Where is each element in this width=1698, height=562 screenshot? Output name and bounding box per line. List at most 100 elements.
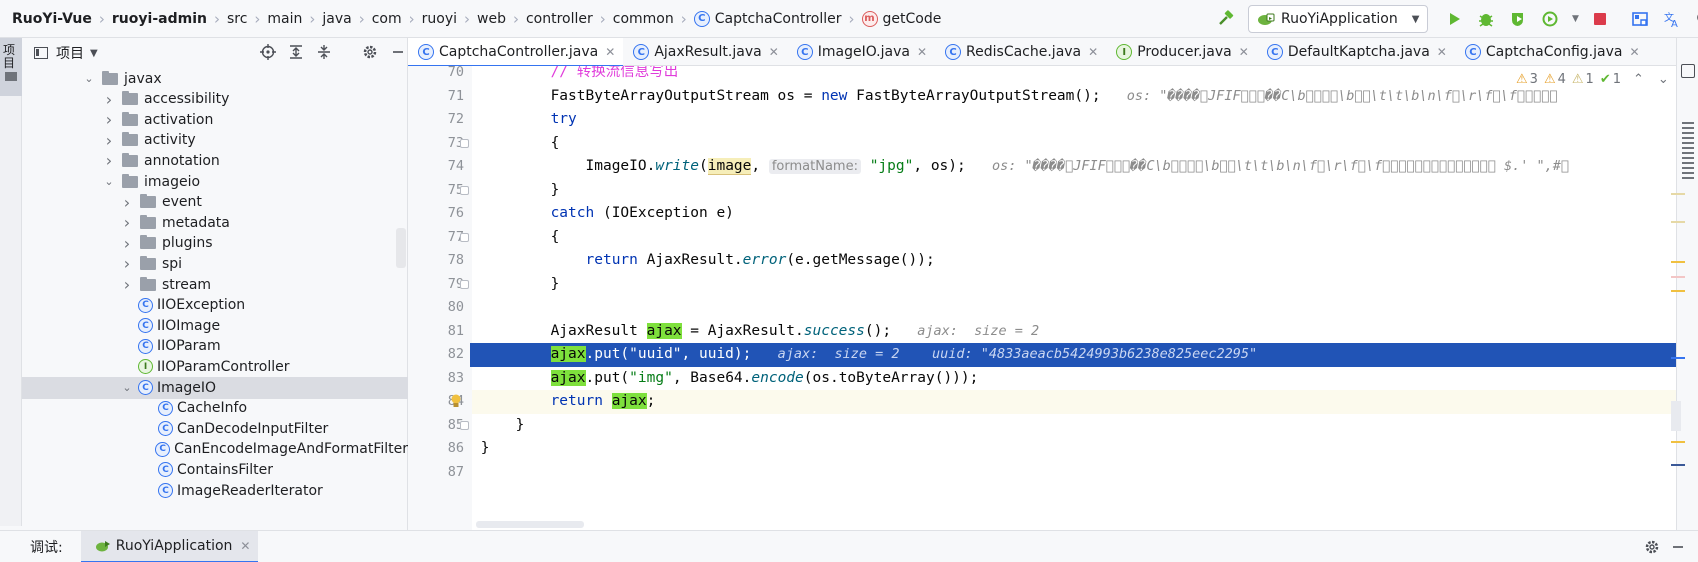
breadcrumb-web[interactable]: web (477, 0, 506, 38)
close-icon[interactable]: ✕ (917, 45, 927, 59)
fold-marker-icon[interactable] (460, 232, 469, 242)
debug-bug-icon[interactable] (1472, 5, 1500, 33)
code-line[interactable] (472, 461, 1676, 485)
tree-item[interactable]: › event (22, 191, 408, 213)
code-line[interactable]: } (472, 179, 1676, 203)
tree-item[interactable]: C ImageReaderIterator (22, 480, 408, 502)
editor-tab[interactable]: C CaptchaConfig.java ✕ (1455, 38, 1648, 66)
breadcrumb-class[interactable]: C CaptchaController (693, 0, 842, 38)
chevron-right-icon[interactable]: › (102, 151, 116, 170)
close-icon[interactable]: ✕ (605, 45, 615, 59)
project-tool-window-button[interactable]: 项目 (0, 38, 22, 96)
tree-item[interactable]: ⌄ javax (22, 68, 408, 90)
code-line[interactable]: try (472, 108, 1676, 132)
locate-file-icon[interactable] (260, 44, 276, 60)
breadcrumb-project[interactable]: RuoYi-Vue (12, 0, 92, 38)
chevron-right-icon[interactable]: › (102, 131, 116, 150)
tree-item[interactable]: C IIOException (22, 294, 408, 316)
tree-item[interactable]: › activity (22, 129, 408, 151)
stop-icon[interactable] (1586, 5, 1614, 33)
editor-tab[interactable]: C ImageIO.java ✕ (787, 38, 935, 66)
chevron-right-icon[interactable]: › (120, 193, 134, 212)
fold-marker-icon[interactable] (460, 420, 469, 430)
close-icon[interactable]: ✕ (1088, 45, 1098, 59)
tree-item[interactable]: C IIOImage (22, 315, 408, 337)
editor-tab[interactable]: C AjaxResult.java ✕ (623, 38, 786, 66)
gear-icon[interactable] (1644, 539, 1660, 559)
tree-item[interactable]: C CanDecodeInputFilter (22, 418, 408, 440)
minimize-icon[interactable] (1670, 539, 1686, 559)
tree-item[interactable]: ⌄ C ImageIO (22, 376, 408, 399)
breadcrumb-common[interactable]: common (613, 0, 674, 38)
chevron-right-icon[interactable]: › (120, 213, 134, 232)
chevron-right-icon[interactable]: › (120, 275, 134, 294)
breadcrumb-java[interactable]: java (322, 0, 351, 38)
collapse-all-icon[interactable] (316, 44, 332, 60)
code-editor[interactable]: // 转换流信息写出 FastByteArrayOutputStream os … (472, 66, 1676, 530)
code-line[interactable]: ajax.put("uuid", uuid); ajax: size = 2 u… (472, 343, 1676, 367)
search-icon[interactable] (1690, 5, 1698, 33)
tree-scrollbar[interactable] (396, 228, 406, 268)
code-line[interactable]: } (472, 414, 1676, 438)
tree-item[interactable]: ⌄ imageio (22, 171, 408, 193)
project-panel-title[interactable]: 项目 (56, 43, 84, 63)
build-hammer-icon[interactable] (1212, 5, 1240, 33)
breadcrumb-com[interactable]: com (372, 0, 402, 38)
tree-item[interactable]: › spi (22, 253, 408, 275)
tree-item[interactable]: C CacheInfo (22, 397, 408, 419)
fold-marker-icon[interactable] (460, 185, 469, 195)
tree-item[interactable]: C IIOParam (22, 335, 408, 357)
chevron-down-icon[interactable]: ⌄ (120, 381, 134, 394)
tree-item[interactable]: › plugins (22, 232, 408, 254)
code-line[interactable]: // 转换流信息写出 (472, 66, 1676, 85)
translate-icon[interactable]: 文A (1658, 5, 1686, 33)
breadcrumb-src[interactable]: src (227, 0, 247, 38)
run-icon[interactable] (1440, 5, 1468, 33)
code-line[interactable]: return ajax; (472, 390, 1676, 414)
inspection-widget[interactable]: ⚠ 3 ⚠ 4 ⚠ 1 ✔ 1 ⌃ ⌄ (1510, 68, 1669, 90)
editor-tab[interactable]: I Producer.java ✕ (1106, 38, 1257, 66)
chevron-down-icon[interactable]: ⌄ (102, 175, 116, 188)
hide-panel-minus-icon[interactable] (390, 44, 406, 60)
breadcrumb-ruoyi[interactable]: ruoyi (422, 0, 457, 38)
close-icon[interactable]: ✕ (1437, 45, 1447, 59)
breadcrumb-module[interactable]: ruoyi-admin (112, 0, 207, 38)
tree-item[interactable]: › accessibility (22, 88, 408, 110)
tree-item[interactable]: › activation (22, 109, 408, 131)
close-icon[interactable]: ✕ (769, 45, 779, 59)
code-line[interactable]: catch (IOException e) (472, 202, 1676, 226)
code-line[interactable]: ImageIO.write(image, formatName: "jpg", … (472, 155, 1676, 179)
coverage-icon[interactable] (1504, 5, 1532, 33)
expand-all-icon[interactable] (288, 44, 304, 60)
code-line[interactable]: return AjaxResult.error(e.getMessage()); (472, 249, 1676, 273)
chevron-right-icon[interactable]: › (120, 234, 134, 253)
chevron-right-icon[interactable]: › (102, 90, 116, 109)
fold-marker-icon[interactable] (460, 279, 469, 289)
more-run-options-icon[interactable]: ▼ (1568, 5, 1582, 33)
code-line[interactable]: } (472, 437, 1676, 461)
close-icon[interactable]: ✕ (1239, 45, 1249, 59)
editor-tab[interactable]: C DefaultKaptcha.java ✕ (1257, 38, 1455, 66)
code-line[interactable]: ajax.put("img", Base64.encode(os.toByteA… (472, 367, 1676, 391)
run-configuration-select[interactable]: RuoYiApplication ▼ (1248, 5, 1429, 33)
chevron-right-icon[interactable]: › (102, 110, 116, 129)
code-line[interactable]: AjaxResult ajax = AjaxResult.success(); … (472, 320, 1676, 344)
tree-item[interactable]: C CanEncodeImageAndFormatFilter (22, 438, 408, 460)
code-line[interactable] (472, 296, 1676, 320)
profiler-icon[interactable] (1536, 5, 1564, 33)
notifications-icon[interactable] (1681, 64, 1695, 78)
chevron-right-icon[interactable]: › (120, 254, 134, 273)
chevron-up-icon[interactable]: ⌃ (1633, 72, 1644, 87)
chevron-down-icon[interactable]: ▼ (90, 48, 98, 59)
close-icon[interactable]: ✕ (240, 539, 250, 553)
horizontal-scrollbar[interactable] (476, 521, 584, 528)
project-structure-icon[interactable] (1626, 5, 1654, 33)
chevron-down-icon[interactable]: ⌄ (1658, 72, 1669, 87)
tree-item[interactable]: C ContainsFilter (22, 459, 408, 481)
code-line[interactable]: { (472, 132, 1676, 156)
editor-scrollbar-thumb[interactable] (1671, 401, 1681, 431)
code-line[interactable]: FastByteArrayOutputStream os = new FastB… (472, 85, 1676, 109)
fold-marker-icon[interactable] (460, 138, 469, 148)
intention-bulb-icon[interactable] (450, 394, 462, 408)
tree-item[interactable]: I IIOParamController (22, 356, 408, 378)
